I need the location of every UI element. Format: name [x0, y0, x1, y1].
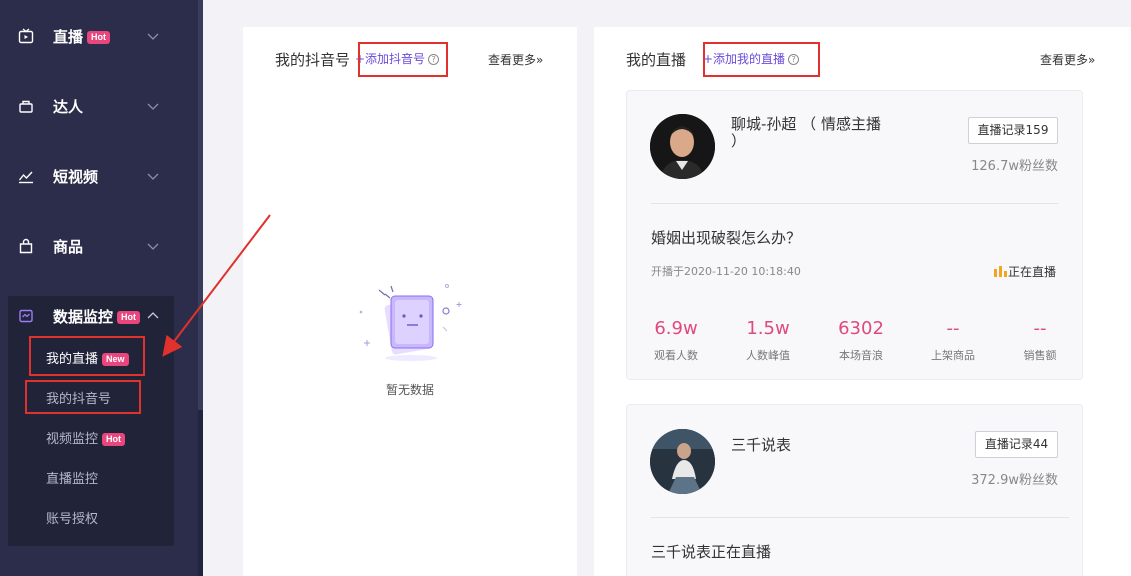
- sidebar-item-label: 直播: [53, 28, 84, 46]
- submenu-item-account-auth[interactable]: 账号授权: [46, 508, 98, 527]
- live-status: 正在直播: [994, 263, 1056, 280]
- live-record-button[interactable]: 直播记录159: [968, 117, 1058, 144]
- live-status-label: 正在直播: [1008, 265, 1057, 279]
- chevron-down-icon: [147, 243, 159, 250]
- fans-count: 372.9w粉丝数: [971, 473, 1058, 488]
- chevron-up-icon: [147, 312, 159, 319]
- stat-sound-wave-value: 6302: [838, 318, 884, 339]
- live-title[interactable]: 婚姻出现破裂怎么办？: [651, 227, 801, 248]
- fans-count: 126.7w粉丝数: [971, 159, 1058, 174]
- stat-sound-wave-label: 本场音浪: [839, 349, 883, 362]
- live-card-title: 我的直播: [626, 51, 687, 69]
- trend-icon: [18, 171, 33, 184]
- empty-state-text: 暂无数据: [385, 383, 434, 397]
- streamer-name[interactable]: 聊城-孙超 （ 情感主播 ）: [731, 116, 881, 150]
- avatar-image: [650, 429, 715, 494]
- avatar[interactable]: [650, 114, 715, 179]
- douyin-card-title: 我的抖音号: [275, 51, 351, 69]
- sidebar-item-label: 短视频: [53, 168, 99, 186]
- hot-badge: Hot: [87, 31, 111, 44]
- chevron-down-icon: [147, 103, 159, 110]
- sidebar-scrollbar-thumb[interactable]: [198, 0, 203, 410]
- user-icon: [19, 100, 33, 113]
- avatar[interactable]: [650, 429, 715, 494]
- live-record-button[interactable]: 直播记录44: [975, 431, 1058, 458]
- hot-badge: Hot: [102, 433, 126, 446]
- submenu-item-live-monitor[interactable]: 直播监控: [46, 468, 98, 487]
- submenu-item-video-monitor[interactable]: 视频监控 Hot: [46, 428, 126, 447]
- divider: [651, 203, 1058, 204]
- sidebar: 直播 Hot 达人 短视频 商品 数据监控 Hot 我的直播 New 我的抖音号 视频…: [0, 0, 198, 576]
- highlight-box-add-live: [703, 42, 820, 77]
- streamer-name[interactable]: 三千说表: [731, 437, 881, 454]
- submenu-item-label: 账号授权: [46, 512, 99, 527]
- sidebar-item-short-video[interactable]: 短视频: [0, 156, 198, 196]
- highlight-box-my-live: [29, 336, 145, 376]
- stat-viewers-value: 6.9w: [654, 318, 698, 339]
- sidebar-item-label: 数据监控: [53, 308, 114, 326]
- sidebar-item-data-monitor[interactable]: 数据监控 Hot: [0, 296, 198, 336]
- live-title[interactable]: 三千说表正在直播: [651, 541, 771, 562]
- chevron-down-icon: [147, 173, 159, 180]
- douyin-more-link[interactable]: 查看更多»: [488, 51, 543, 68]
- stat-sales-label: 销售额: [1023, 349, 1057, 362]
- avatar-image: [650, 114, 715, 179]
- tv-icon: [18, 28, 34, 44]
- sidebar-item-live[interactable]: 直播 Hot: [0, 16, 198, 56]
- divider: [651, 517, 1069, 518]
- sidebar-item-influencer[interactable]: 达人: [0, 86, 198, 126]
- stat-peak-value: 1.5w: [746, 318, 790, 339]
- stat-products-label: 上架商品: [931, 349, 975, 362]
- live-more-link[interactable]: 查看更多»: [1040, 51, 1095, 68]
- bag-icon: [19, 238, 33, 254]
- empty-state-icon: [359, 284, 462, 361]
- live-bars-icon: [994, 266, 1007, 277]
- highlight-box-add-douyin: [358, 42, 448, 77]
- sidebar-item-label: 商品: [53, 238, 84, 256]
- sidebar-item-label: 达人: [53, 98, 84, 116]
- stat-viewers-label: 观看人数: [654, 349, 698, 362]
- start-time: 开播于2020-11-20 10:18:40: [651, 265, 801, 278]
- sidebar-item-products[interactable]: 商品: [0, 226, 198, 266]
- monitor-icon: [19, 309, 33, 323]
- hot-badge: Hot: [117, 311, 141, 324]
- stat-sales-value: --: [1033, 318, 1047, 339]
- submenu-item-label: 直播监控: [46, 472, 99, 487]
- highlight-box-my-douyin: [25, 380, 141, 414]
- chevron-down-icon: [147, 33, 159, 40]
- submenu-item-label: 视频监控: [46, 432, 99, 447]
- stat-products-value: --: [946, 318, 960, 339]
- stat-peak-label: 人数峰值: [746, 349, 790, 362]
